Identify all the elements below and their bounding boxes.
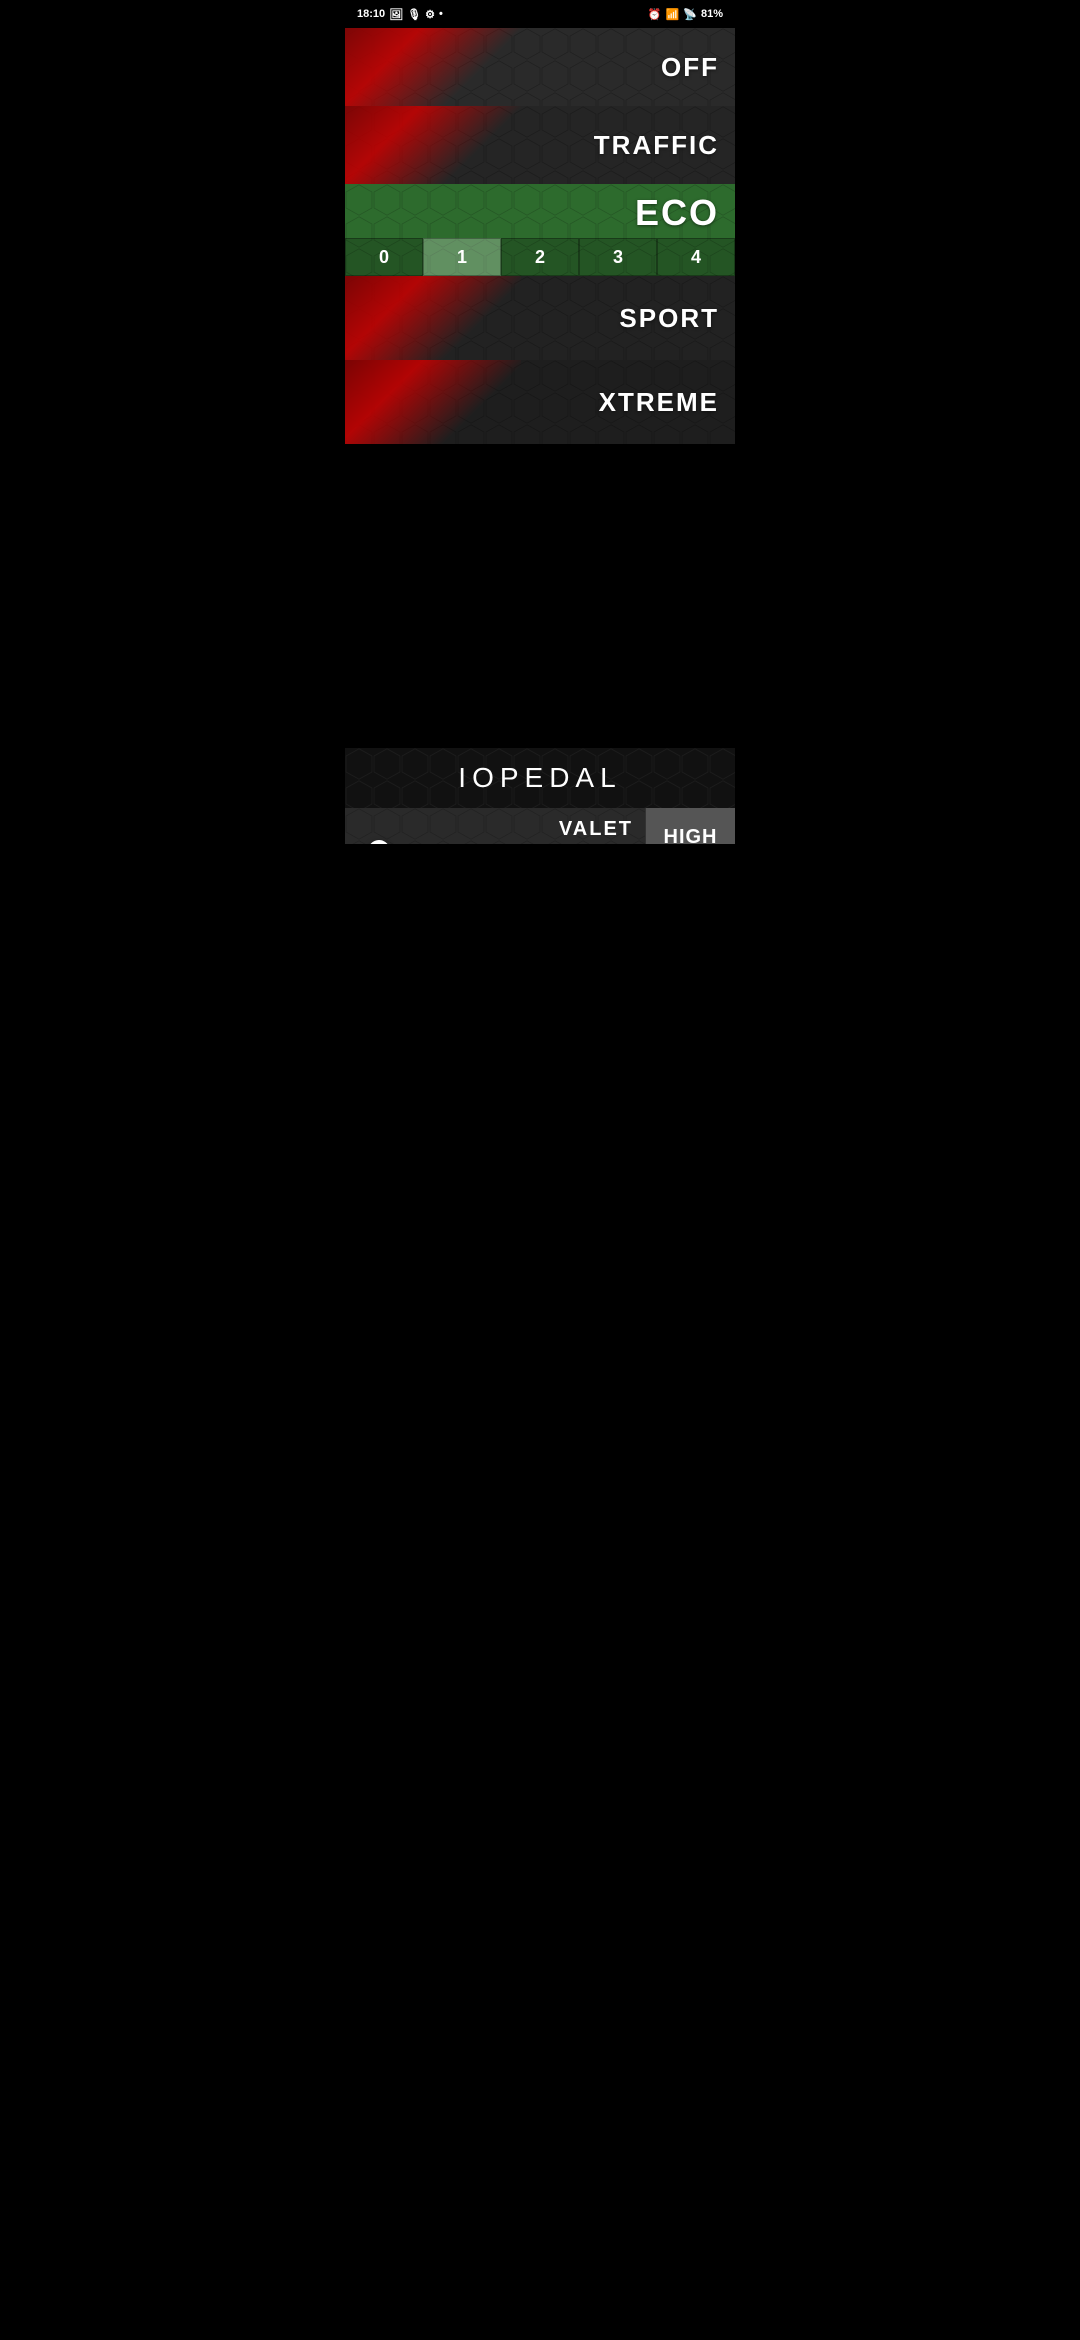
high-idle-text: HIGHIDLE: [664, 826, 718, 844]
eco-levels: 0 1 2 3 4: [345, 238, 735, 276]
valet-slider-area: VALET: [345, 808, 645, 844]
app-wrapper: 18:10 🖼 🎙 ⚙ • ⏰ 📶 📡 81% OFF TRAFFIC ECO: [345, 0, 735, 844]
status-right: ⏰ 📶 📡 81%: [648, 8, 723, 21]
eco-level-2[interactable]: 2: [501, 238, 579, 276]
valet-label: VALET: [357, 818, 633, 841]
mode-label-sport: SPORT: [619, 303, 735, 334]
slider-sections: VALET HIGHIDLE SECURE: [345, 808, 735, 844]
status-bar: 18:10 🖼 🎙 ⚙ • ⏰ 📶 📡 81%: [345, 0, 735, 28]
status-left: 18:10 🖼 🎙 ⚙ •: [357, 8, 443, 21]
eco-level-4[interactable]: 4: [657, 238, 735, 276]
mode-label-off: OFF: [661, 52, 735, 83]
high-idle-button[interactable]: HIGHIDLE: [645, 808, 735, 844]
mode-label-eco: ECO: [635, 192, 719, 234]
modes-container: OFF TRAFFIC ECO 0 1 2 3: [345, 28, 735, 748]
brand-section: IOPEDAL: [345, 748, 735, 808]
alarm-icon: ⏰: [648, 8, 662, 21]
status-dot: •: [439, 8, 443, 20]
brand-logo: IOPEDAL: [458, 762, 621, 794]
status-settings-icon: ⚙: [425, 8, 435, 21]
wifi-icon: 📶: [666, 8, 680, 21]
red-accent-off: [345, 28, 521, 106]
eco-level-0[interactable]: 0: [345, 238, 423, 276]
mode-tile-sport[interactable]: SPORT: [345, 276, 735, 360]
mode-tile-off[interactable]: OFF: [345, 28, 735, 106]
red-accent-xtreme: [345, 360, 521, 444]
eco-top: ECO: [345, 184, 735, 238]
mode-label-xtreme: XTREME: [599, 387, 735, 418]
eco-level-1[interactable]: 1: [423, 238, 501, 276]
eco-level-3[interactable]: 3: [579, 238, 657, 276]
signal-icon: 📡: [683, 8, 697, 21]
red-accent-sport: [345, 276, 521, 360]
mode-tile-traffic[interactable]: TRAFFIC: [345, 106, 735, 184]
mode-tile-eco[interactable]: ECO 0 1 2 3 4: [345, 184, 735, 276]
mode-tile-xtreme[interactable]: XTREME: [345, 360, 735, 444]
status-photo-icon: 🖼: [389, 8, 403, 21]
status-time: 18:10: [357, 8, 385, 20]
red-accent-traffic: [345, 106, 521, 184]
mode-label-traffic: TRAFFIC: [594, 130, 735, 161]
status-record-icon: 🎙: [407, 8, 421, 21]
valet-row: VALET HIGHIDLE: [345, 808, 735, 844]
battery-text: 81%: [701, 8, 723, 20]
